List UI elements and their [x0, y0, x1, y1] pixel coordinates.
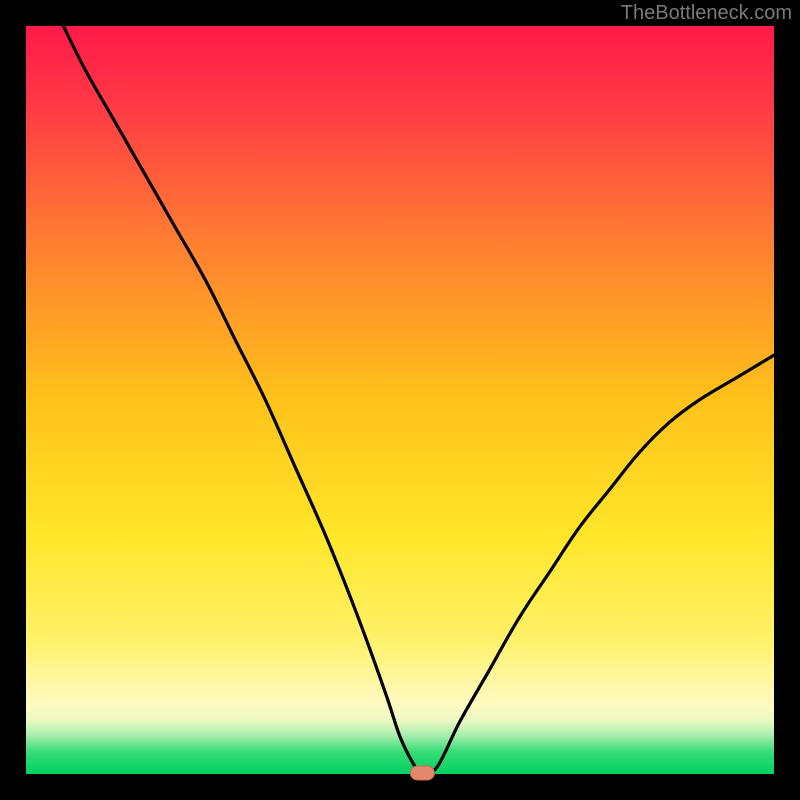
bottleneck-chart — [0, 0, 800, 800]
watermark-text: TheBottleneck.com — [621, 2, 792, 25]
optimal-marker — [410, 766, 434, 780]
chart-container: TheBottleneck.com — [0, 0, 800, 800]
plot-background — [26, 26, 774, 774]
